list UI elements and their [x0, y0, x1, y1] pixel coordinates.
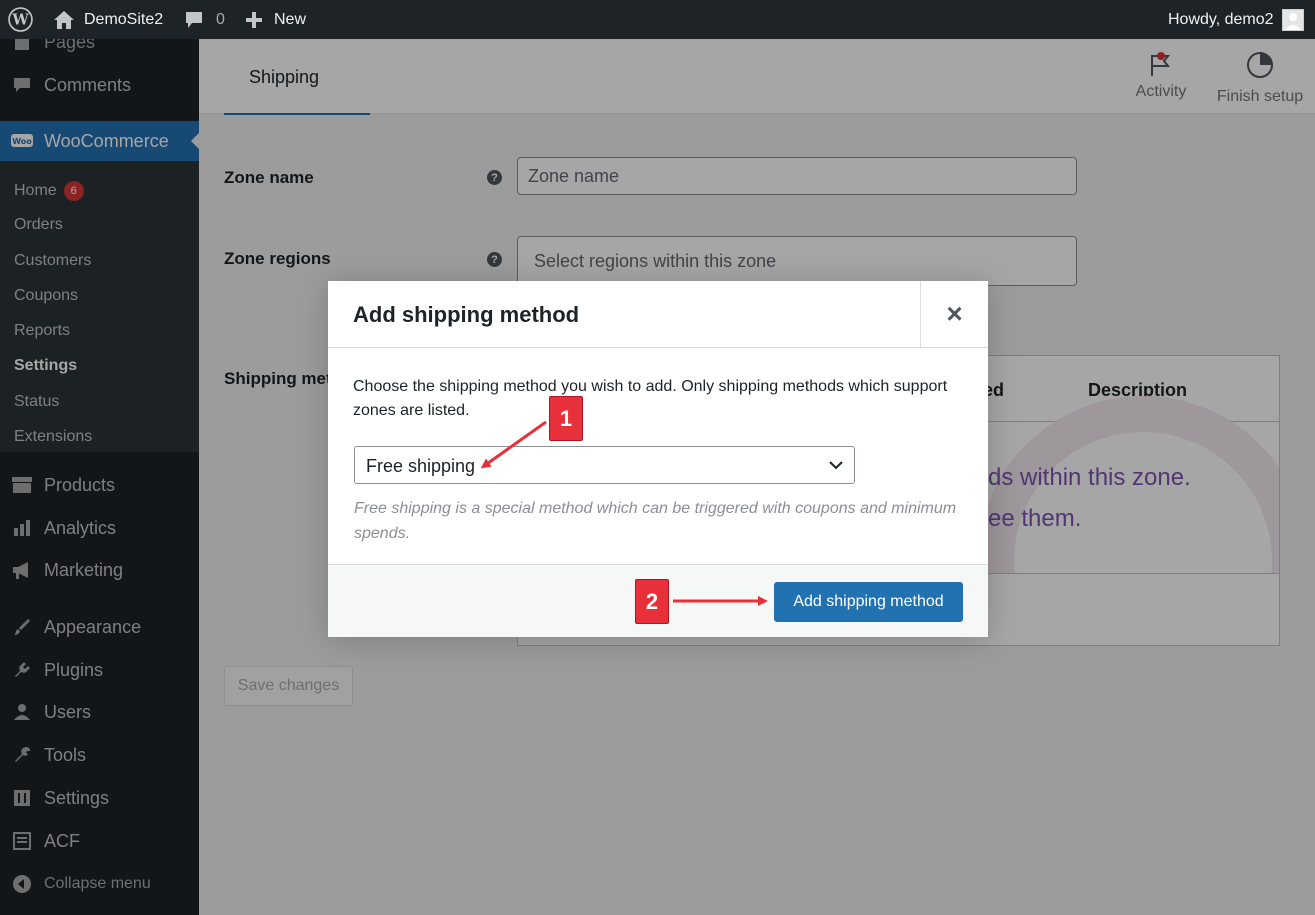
site-name-link[interactable]: DemoSite2 [53, 0, 163, 39]
admin-bar: W DemoSite2 0 New Howdy, demo2 [0, 0, 1315, 39]
comment-bubble-icon [184, 10, 204, 30]
modal-title: Add shipping method [353, 302, 580, 327]
annotation-badge-2: 2 [635, 579, 669, 624]
shipping-method-select[interactable]: Free shipping [354, 446, 855, 484]
modal-header: Add shipping method × [328, 281, 988, 348]
annotation-badge-1: 1 [549, 396, 583, 441]
svg-text:W: W [11, 12, 29, 29]
my-account-link[interactable]: Howdy, demo2 [1168, 0, 1304, 39]
comments-link[interactable]: 0 [184, 0, 225, 39]
chevron-down-icon [828, 458, 844, 477]
new-label: New [274, 10, 307, 28]
wordpress-logo-icon[interactable]: W [8, 0, 33, 39]
add-shipping-method-button[interactable]: Add shipping method [774, 582, 963, 622]
comments-count: 0 [216, 10, 225, 28]
plus-icon [245, 11, 263, 29]
avatar [1281, 8, 1304, 31]
new-content-link[interactable]: New [245, 0, 306, 39]
close-icon: × [946, 298, 963, 329]
greeting: Howdy, demo2 [1168, 10, 1274, 28]
method-description: Free shipping is a special method which … [354, 500, 957, 542]
home-icon [53, 10, 75, 30]
select-value: Free shipping [366, 456, 476, 476]
site-name: DemoSite2 [84, 10, 164, 28]
modal-intro-text: Choose the shipping method you wish to a… [353, 378, 948, 419]
modal-close-button[interactable]: × [920, 281, 988, 347]
